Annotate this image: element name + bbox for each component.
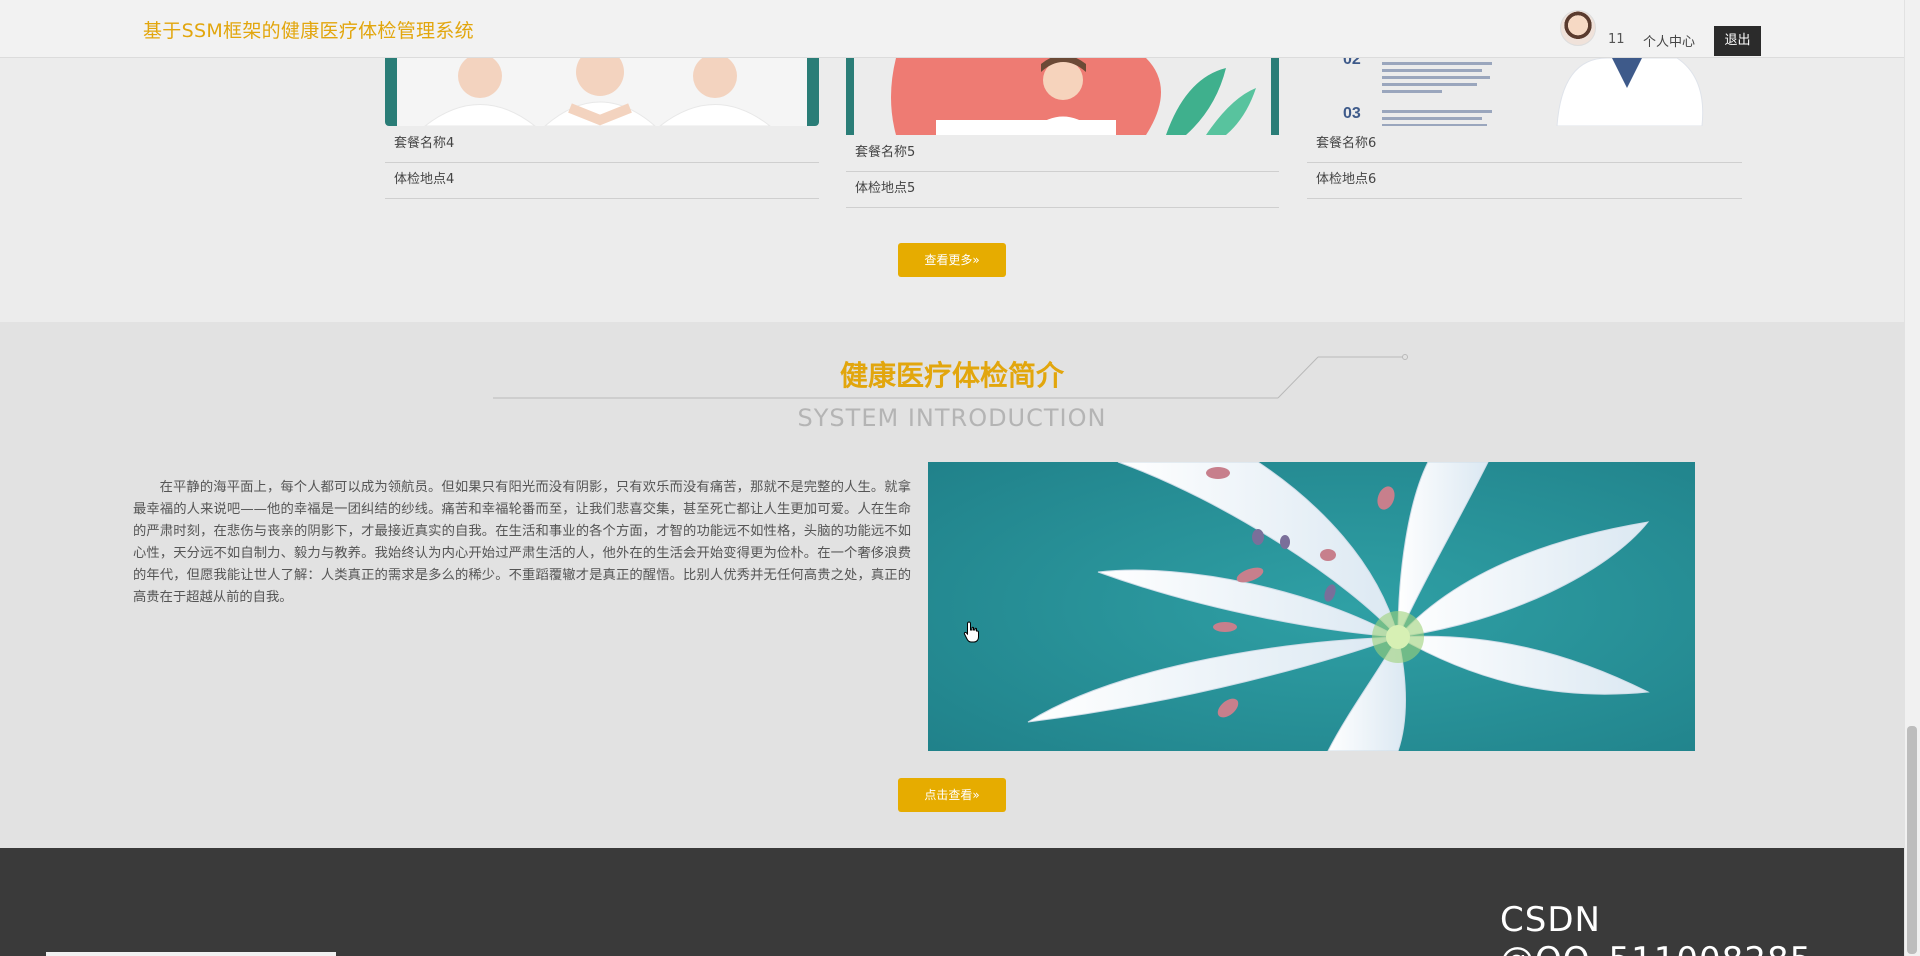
profile-link[interactable]: 个人中心	[1643, 31, 1695, 50]
intro-text: 在平静的海平面上，每个人都可以成为领航员。但如果只有阳光而没有阴影，只有欢乐而没…	[133, 480, 911, 605]
logout-button[interactable]: 退出	[1714, 26, 1761, 56]
intro-subtitle: SYSTEM INTRODUCTION	[797, 404, 1107, 432]
flower-photo	[928, 462, 1695, 751]
view-detail-button[interactable]: 点击查看»	[898, 778, 1006, 812]
site-title[interactable]: 基于SSM框架的健康医疗体检管理系统	[143, 16, 474, 43]
watermark: CSDN @QQ_511008285	[1500, 900, 1811, 956]
top-navbar: 基于SSM框架的健康医疗体检管理系统 11 个人中心 退出	[0, 0, 1904, 58]
pointer-cursor-icon	[963, 621, 979, 643]
user-avatar-icon[interactable]	[1560, 10, 1596, 46]
intro-image	[928, 462, 1695, 751]
scrollbar-thumb[interactable]	[1907, 726, 1917, 954]
footer-bar	[46, 952, 336, 956]
user-id: 11	[1608, 32, 1625, 47]
intro-title: 健康医疗体检简介	[839, 359, 1064, 392]
